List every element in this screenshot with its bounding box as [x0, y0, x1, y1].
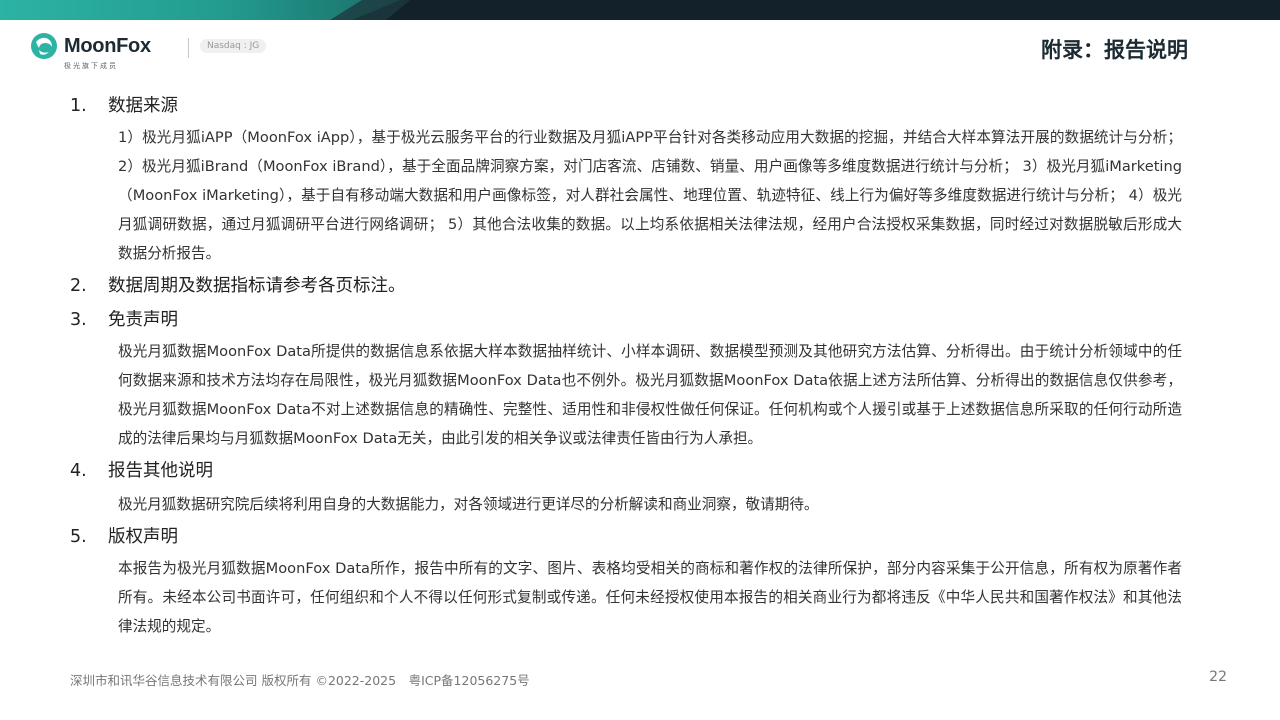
section-heading: 2. 数据周期及数据指标请参考各页标注。: [70, 272, 1182, 300]
brand-subtitle: 极光旗下成员: [64, 62, 118, 70]
section-title: 免责声明: [108, 310, 178, 330]
section-heading: 3. 免责声明: [70, 306, 1182, 334]
moonfox-logo-icon: [31, 33, 57, 59]
section-copyright: 5. 版权声明 本报告为极光月狐数据MoonFox Data所作，报告中所有的文…: [70, 523, 1182, 641]
section-heading: 1. 数据来源: [70, 92, 1182, 120]
ticker-badge: Nasdaq : JG: [200, 39, 267, 53]
page-number: 22: [1209, 669, 1227, 685]
section-body: 极光月狐数据研究院后续将利用自身的大数据能力，对各领域进行更详尽的分析解读和商业…: [118, 496, 819, 513]
section-number: 4.: [70, 461, 87, 481]
section-heading: 5. 版权声明: [70, 523, 1182, 551]
section-number: 1.: [70, 96, 87, 116]
section-body: 极光月狐数据MoonFox Data所提供的数据信息系依据大样本数据抽样统计、小…: [118, 343, 1182, 447]
brand-name: MoonFox: [64, 35, 151, 57]
footer-copyright: 深圳市和讯华谷信息技术有限公司 版权所有 ©2022-2025 粤ICP备120…: [70, 673, 530, 688]
section-number: 2.: [70, 276, 87, 296]
section-data-period: 2. 数据周期及数据指标请参考各页标注。: [70, 272, 1182, 300]
section-title: 数据周期及数据指标请参考各页标注。: [108, 276, 406, 296]
logo-divider: [188, 38, 189, 58]
notes-content: 1. 数据来源 1）极光月狐iAPP（MoonFox iApp），基于极光云服务…: [70, 92, 1182, 641]
section-title: 报告其他说明: [108, 461, 213, 481]
section-other-notes: 4. 报告其他说明 极光月狐数据研究院后续将利用自身的大数据能力，对各领域进行更…: [70, 457, 1182, 519]
section-title: 数据来源: [108, 96, 178, 116]
section-number: 3.: [70, 310, 87, 330]
section-data-source: 1. 数据来源 1）极光月狐iAPP（MoonFox iApp），基于极光云服务…: [70, 92, 1182, 268]
top-banner: [0, 0, 1280, 20]
section-disclaimer: 3. 免责声明 极光月狐数据MoonFox Data所提供的数据信息系依据大样本…: [70, 306, 1182, 453]
section-title: 版权声明: [108, 527, 178, 547]
section-body: 本报告为极光月狐数据MoonFox Data所作，报告中所有的文字、图片、表格均…: [118, 560, 1182, 635]
section-body: 1）极光月狐iAPP（MoonFox iApp），基于极光云服务平台的行业数据及…: [118, 129, 1182, 262]
page-title: 附录：报告说明: [1041, 38, 1188, 62]
section-number: 5.: [70, 527, 87, 547]
section-heading: 4. 报告其他说明: [70, 457, 1182, 485]
